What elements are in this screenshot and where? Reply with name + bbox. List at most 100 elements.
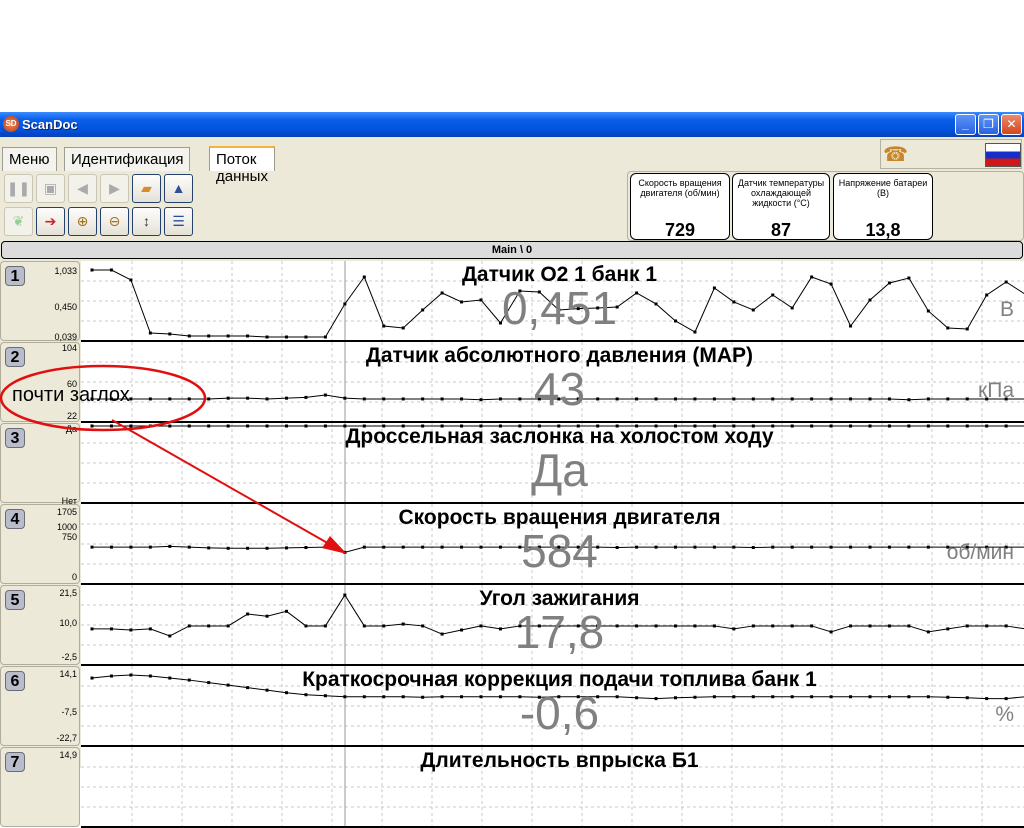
russia-flag-icon[interactable] [985, 143, 1021, 167]
row-number-badge[interactable]: 1 [5, 266, 25, 286]
y-tick-label: 1000 [56, 522, 77, 532]
minimize-button[interactable]: _ [955, 114, 976, 135]
row-unit: В [999, 298, 1014, 321]
card-value: 87 [770, 220, 792, 240]
list-button[interactable]: ☰ [164, 207, 193, 236]
export-icon: ➔ [44, 213, 57, 229]
y-tick-label: 21,5 [59, 588, 77, 598]
leaf-button[interactable]: ❦ [4, 207, 33, 236]
oscilloscope-icon: ▲ [171, 180, 186, 196]
row-current-value: 584 [521, 525, 598, 577]
header-icons: ☎ [880, 139, 1022, 169]
leaf-icon: ❦ [12, 213, 25, 229]
chart-row-7: 7 14,9 Длительность впрыска Б1 [0, 747, 1024, 828]
chart-row-3: 3 Да Нет Дроссельная заслонка на холостом х… [0, 423, 1024, 506]
main-bar: Main \ 0 [1, 241, 1023, 259]
row-title: Длительность впрыска Б1 [420, 749, 699, 772]
open-button[interactable]: ▰ [132, 174, 161, 203]
back-button[interactable]: ◀ [68, 174, 97, 203]
row-current-value: Да [531, 444, 588, 496]
y-tick-label: -2,5 [61, 652, 77, 662]
chart-row-5: 5 21,5 10,0 -2,5 Угол зажигания 17,8 [0, 585, 1024, 666]
data-point [323, 335, 327, 339]
quick-values-panel: Скорость вращения двигателя (об/мин) 729… [627, 171, 1024, 241]
export-button[interactable]: ➔ [36, 207, 65, 236]
y-tick-label: Да [65, 424, 77, 434]
data-point [187, 334, 191, 338]
annotation-text: почти заглох [12, 384, 130, 406]
row-axis-panel: 7 14,9 [0, 747, 80, 827]
zoom-in-icon: ⊕ [76, 213, 89, 229]
y-tick-label: -7,5 [61, 707, 77, 717]
phone-icon[interactable]: ☎ [883, 142, 908, 167]
card-coolant-temp: Датчик температуры охлаждающей жидкости … [732, 173, 830, 240]
pause-icon: ❚❚ [6, 180, 31, 196]
card-engine-speed: Скорость вращения двигателя (об/мин) 729 [630, 173, 730, 240]
oscilloscope-button[interactable]: ▲ [164, 174, 193, 203]
y-tick-label: 0,450 [54, 302, 77, 312]
row-number-badge[interactable]: 2 [5, 347, 25, 367]
y-tick-label: 14,9 [59, 750, 77, 760]
row-plot[interactable]: Дроссельная заслонка на холостом ходу Да [81, 423, 1024, 504]
row-number-badge[interactable]: 5 [5, 590, 25, 610]
y-tick-label: 750 [61, 532, 77, 542]
open-folder-icon: ▰ [141, 180, 152, 196]
zoom-vertical-button[interactable]: ↕ [132, 207, 161, 236]
card-battery-voltage: Напряжение батареи (В) 13,8 [833, 173, 933, 240]
y-tick-label: 0 [71, 572, 77, 582]
row-current-value: 17,8 [514, 606, 605, 658]
row-unit: % [995, 703, 1014, 726]
card-value: 13,8 [865, 220, 901, 240]
close-button[interactable]: ✕ [1001, 114, 1022, 135]
row-axis-panel: 3 Да Нет [0, 423, 80, 506]
data-point [265, 335, 269, 339]
y-tick-label: 104 [61, 343, 77, 353]
row-unit: об/мин [946, 541, 1014, 564]
row-plot[interactable]: Краткосрочная коррекция подачи топлива б… [81, 666, 1024, 747]
pause-button[interactable]: ❚❚ [4, 174, 33, 203]
row-axis-panel: 1 1,033 0,450 0,039 [0, 261, 80, 342]
title-bar: SD ScanDoc _ ❐ ✕ [0, 112, 1024, 137]
row-current-value: 43 [533, 363, 586, 415]
row-current-value: -0,6 [519, 687, 600, 739]
chart-row-2: 2 104 60 22 Датчик абсолютного давления (MAP… [0, 342, 1024, 423]
y-tick-label: 22 [66, 411, 77, 421]
y-tick-label: 14,1 [59, 669, 77, 679]
row-plot[interactable]: Датчик O2 1 банк 1 0,451 В [81, 261, 1024, 342]
save-button[interactable]: ▣ [36, 174, 65, 203]
app-logo-icon: SD [3, 116, 19, 132]
tab-identification[interactable]: Идентификация [64, 147, 191, 171]
row-number-badge[interactable]: 3 [5, 428, 25, 448]
row-plot[interactable]: Угол зажигания 17,8 [81, 585, 1024, 666]
forward-button[interactable]: ▶ [100, 174, 129, 203]
row-plot[interactable]: Скорость вращения двигателя 584 об/мин [81, 504, 1024, 585]
row-axis-panel: 4 1705 1000 750 0 [0, 504, 80, 584]
row-number-badge[interactable]: 7 [5, 752, 25, 772]
row-axis-panel: 6 14,1 -7,5 -22,7 [0, 666, 80, 746]
data-point [246, 334, 250, 338]
tab-data-stream[interactable]: Поток данных [209, 146, 275, 185]
chart-row-1: 1 1,033 0,450 0,039 Датчик O2 1 банк 1 0,451 В [0, 261, 1024, 342]
zoom-out-button[interactable]: ⊖ [100, 207, 129, 236]
zoom-out-icon: ⊖ [108, 213, 121, 229]
card-label: Скорость вращения двигателя (об/мин) [638, 178, 722, 198]
data-point [285, 335, 288, 339]
y-tick-label: 10,0 [59, 618, 77, 628]
zoom-in-button[interactable]: ⊕ [68, 207, 97, 236]
y-tick-label: 1,033 [54, 266, 77, 276]
window-title: ScanDoc [22, 117, 78, 132]
row-number-badge[interactable]: 4 [5, 509, 25, 529]
card-label: Датчик температуры охлаждающей жидкости … [737, 178, 825, 208]
tab-menu[interactable]: Меню [2, 147, 57, 171]
row-axis-panel: 2 104 60 22 [0, 342, 80, 422]
row-plot[interactable]: Длительность впрыска Б1 [81, 747, 1024, 828]
card-value: 729 [664, 220, 696, 240]
restore-button[interactable]: ❐ [978, 114, 999, 135]
chart-row-4: 4 1705 1000 750 0 Скорость вращения двигателя… [0, 504, 1024, 585]
y-tick-label: 0,039 [54, 332, 77, 342]
row-current-value: 0,451 [501, 282, 618, 334]
data-point [226, 334, 230, 338]
row-plot[interactable]: Датчик абсолютного давления (MAP) 43 кПа [81, 342, 1024, 423]
zoom-vertical-icon: ↕ [143, 213, 150, 229]
row-number-badge[interactable]: 6 [5, 671, 25, 691]
